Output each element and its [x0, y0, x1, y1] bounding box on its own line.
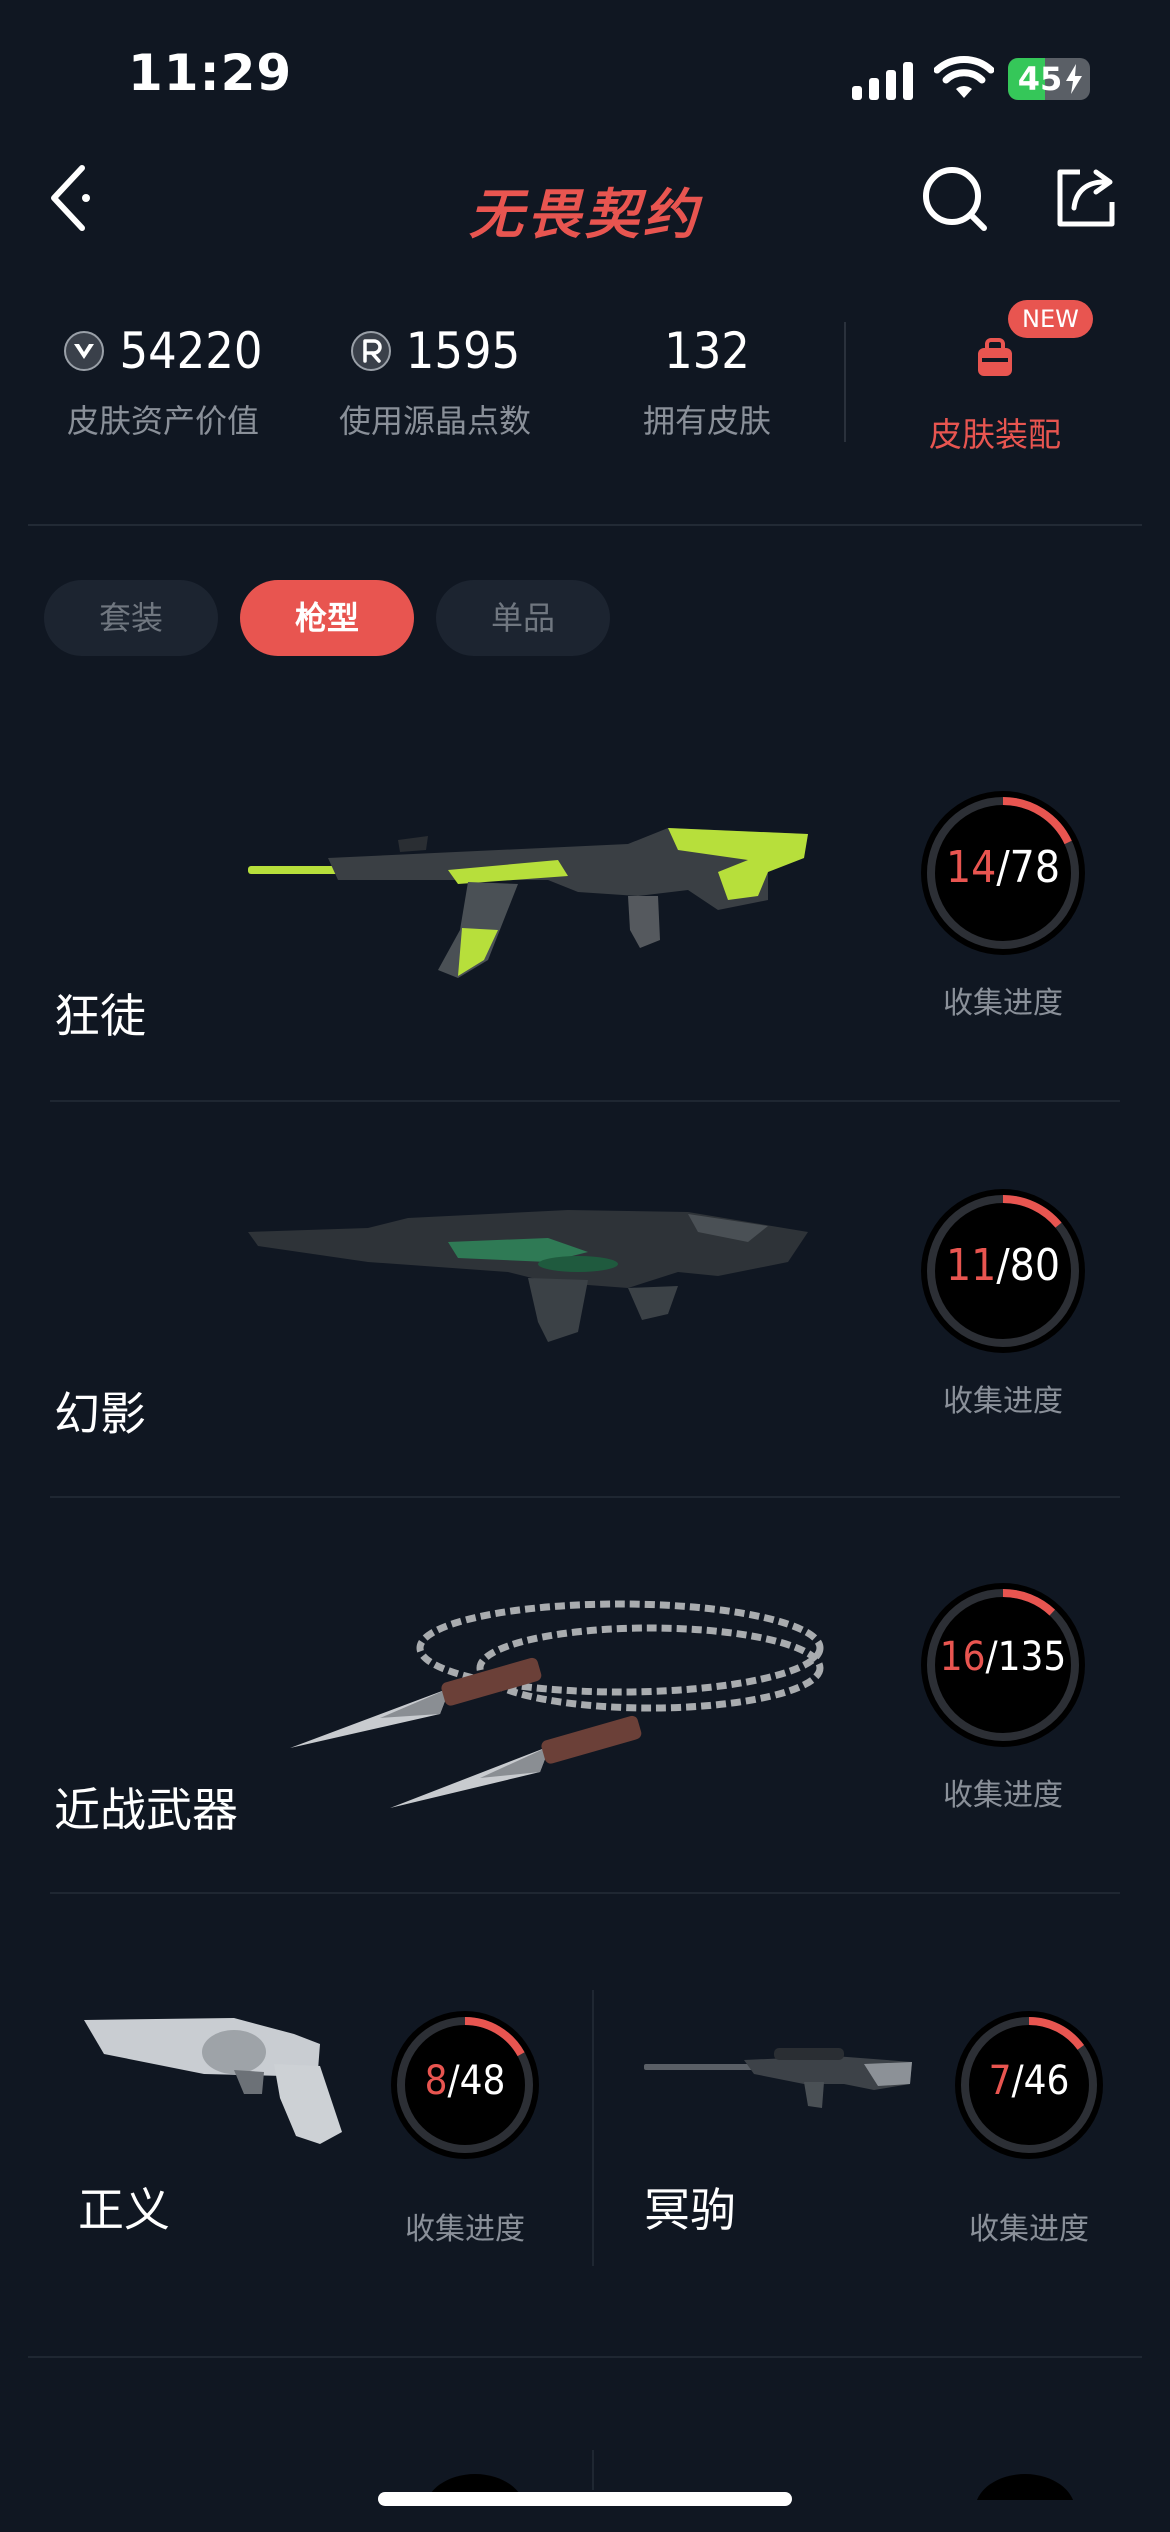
- weapon-name: 近战武器: [54, 1783, 238, 1837]
- status-bar: 11:29 45: [0, 0, 1170, 150]
- collection-progress-label: 收集进度: [405, 2212, 525, 2247]
- new-badge: NEW: [1008, 300, 1093, 338]
- collection-count: 8/48: [424, 2058, 506, 2104]
- vandal-rifle-image: [248, 828, 808, 978]
- stat-value: 54220: [119, 322, 263, 380]
- melee-kunai-image: [290, 1600, 824, 1808]
- weapon-card-vandal[interactable]: 狂徒 14/78 收集进度: [50, 700, 1120, 1095]
- column-divider: [592, 1990, 594, 2266]
- row-divider: [28, 2356, 1142, 2358]
- stat-owned-skins: 132 拥有皮肤: [572, 318, 842, 442]
- skin-loadout-label: 皮肤装配: [929, 415, 1061, 454]
- home-indicator[interactable]: [378, 2492, 792, 2506]
- collection-progress-label: 收集进度: [969, 2212, 1089, 2247]
- weapon-card-phantom[interactable]: 幻影 11/80 收集进度: [50, 1102, 1120, 1497]
- weapon-name: 冥驹: [644, 2183, 736, 2237]
- stat-value: 132: [664, 322, 750, 380]
- collection-progress-label: 收集进度: [943, 986, 1063, 1021]
- weapon-name: 狂徒: [54, 989, 146, 1043]
- next-progress-ring-partial: [976, 2474, 1074, 2500]
- stat-radianite-points: 1595 使用源晶点数: [300, 318, 570, 442]
- weapon-name: 幻影: [54, 1387, 146, 1441]
- weapon-card-sheriff[interactable]: 正义 8/48 收集进度: [50, 1894, 580, 2354]
- section-divider: [28, 524, 1142, 526]
- operator-sniper-image: [644, 2048, 912, 2108]
- valorant-points-icon: [64, 331, 105, 371]
- app-logo: 无畏契约: [469, 183, 701, 246]
- stat-label: 皮肤资产价值: [66, 402, 259, 440]
- weapon-card-operator[interactable]: 冥驹 7/46 收集进度: [604, 1894, 1120, 2354]
- tab-bundle[interactable]: 套装: [44, 580, 218, 656]
- collection-count: 16/135: [939, 1634, 1067, 1680]
- sheriff-pistol-image: [84, 2018, 342, 2144]
- weapon-name: 正义: [78, 2183, 170, 2237]
- battery-indicator: 45: [1008, 58, 1090, 100]
- collection-progress-label: 收集进度: [943, 1384, 1063, 1419]
- status-time: 11:29: [128, 44, 293, 102]
- cellular-signal-icon: [852, 62, 913, 100]
- wifi-icon: [934, 56, 994, 98]
- skin-loadout-button[interactable]: NEW 皮肤装配: [880, 300, 1110, 460]
- charging-bolt-icon: [1066, 64, 1082, 94]
- collection-count: 14/78: [945, 842, 1061, 893]
- stats-divider: [844, 322, 846, 442]
- collection-count: 11/80: [945, 1240, 1061, 1291]
- tab-weapon-type[interactable]: 枪型: [240, 580, 414, 656]
- stat-asset-value: 54220 皮肤资产价值: [28, 318, 298, 442]
- stat-label: 拥有皮肤: [642, 402, 771, 440]
- weapon-card-melee[interactable]: 近战武器 16/135 收集进度: [50, 1498, 1120, 1893]
- battery-percent: 45: [1017, 60, 1063, 98]
- share-icon[interactable]: [1054, 166, 1118, 230]
- column-divider: [592, 2450, 594, 2490]
- filter-tabs: 套装 枪型 单品: [44, 580, 610, 656]
- collection-count: 7/46: [988, 2058, 1070, 2104]
- radianite-icon: [350, 331, 391, 371]
- backpack-icon: [978, 338, 1012, 376]
- stat-value: 1595: [405, 322, 521, 380]
- stat-label: 使用源晶点数: [338, 402, 531, 440]
- tab-single-item[interactable]: 单品: [436, 580, 610, 656]
- phantom-rifle-image: [248, 1210, 808, 1342]
- search-icon[interactable]: [922, 166, 988, 232]
- collection-progress-label: 收集进度: [943, 1778, 1063, 1813]
